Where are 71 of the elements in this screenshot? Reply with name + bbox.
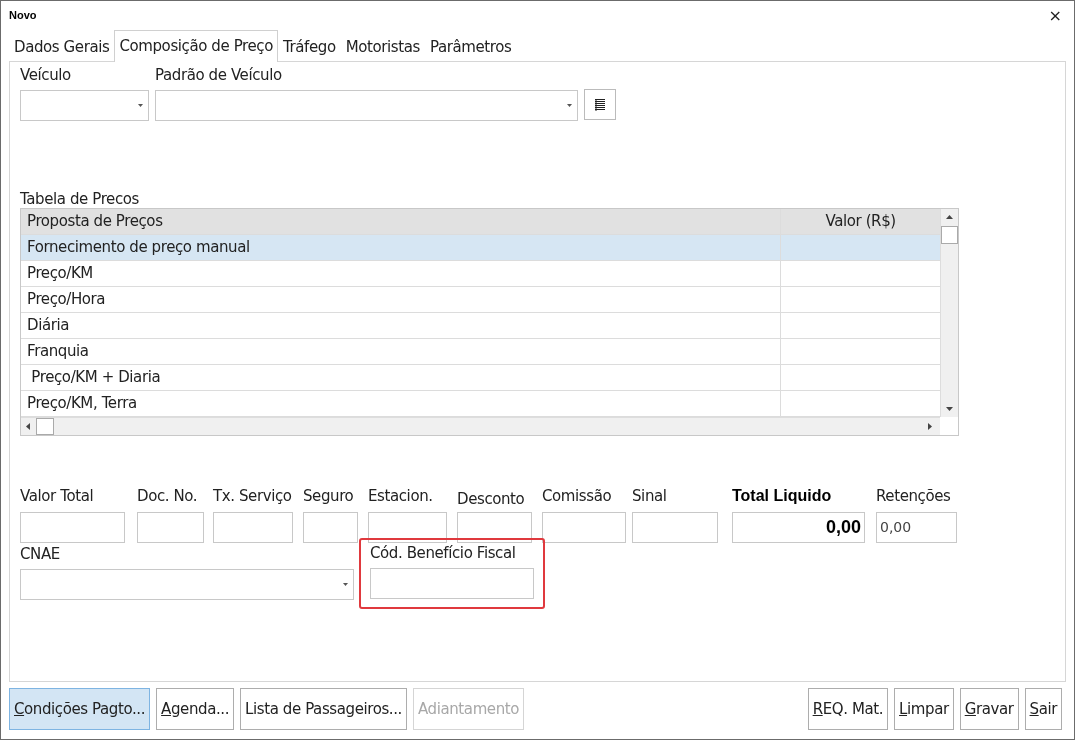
field-label: Sinal <box>632 487 668 507</box>
action-button[interactable]: Agenda... <box>156 688 235 730</box>
list-icon <box>595 98 605 111</box>
dropdown-arrow-icon <box>343 583 348 586</box>
vehicle-pattern-dropdown[interactable] <box>155 90 578 121</box>
column-header[interactable]: Proposta de Preços <box>21 209 782 234</box>
window-title: Novo <box>9 9 37 21</box>
scroll-right-icon <box>928 423 932 430</box>
scroll-left-icon <box>26 423 30 430</box>
table-row[interactable]: Preço/KM <box>21 261 940 287</box>
action-button[interactable]: Condições Pagto... <box>9 688 151 730</box>
action-button[interactable]: Lista de Passageiros... <box>240 688 407 730</box>
field-label: Estacion. <box>368 487 434 507</box>
field-label: Cód. Benefício Fiscal <box>370 544 517 564</box>
action-button[interactable]: Limpar <box>894 688 954 730</box>
field-label: Retenções <box>876 487 952 507</box>
input-field[interactable] <box>213 512 293 543</box>
field-label: Tx. Serviço <box>213 487 293 507</box>
input-field[interactable] <box>632 512 718 543</box>
table-row[interactable]: Diária <box>21 313 940 339</box>
field-label: Doc. No. <box>137 487 199 507</box>
scroll-thumb[interactable] <box>941 226 958 244</box>
dropdown-arrow-icon <box>567 104 572 107</box>
table-cell: Preço/KM, Terra <box>21 391 782 416</box>
action-button[interactable]: REQ. Mat. <box>807 688 889 730</box>
table-cell: Fornecimento de preço manual <box>21 235 782 260</box>
table-title: Tabela de Precos <box>20 191 140 208</box>
tab[interactable]: Dados Gerais <box>9 33 115 61</box>
field-label: Comissão <box>542 487 613 507</box>
table-cell: Preço/KM + Diaria <box>21 365 782 390</box>
table-row[interactable]: Fornecimento de preço manual <box>21 235 940 261</box>
cnae-dropdown[interactable] <box>20 569 354 600</box>
list-button[interactable] <box>584 89 616 120</box>
tab[interactable]: Composição de Preço <box>114 30 278 62</box>
input-field[interactable] <box>137 512 204 543</box>
tab[interactable]: Motoristas <box>340 33 425 61</box>
field-label: Desconto <box>457 489 526 507</box>
total-field: 0,00 <box>732 512 865 543</box>
input-field[interactable] <box>542 512 626 543</box>
field-label: CNAE <box>20 545 61 565</box>
field-label: Seguro <box>303 487 355 507</box>
input-field[interactable] <box>457 512 532 543</box>
tab[interactable]: Tráfego <box>277 33 341 61</box>
input-field[interactable] <box>368 512 447 543</box>
input-field[interactable]: 0,00 <box>876 512 957 543</box>
column-header[interactable]: Valor (R$) <box>781 209 940 234</box>
scroll-up-icon <box>946 215 953 219</box>
table-cell: Preço/Hora <box>21 287 782 312</box>
field-label: Total Liquido <box>732 487 833 506</box>
field-label: Valor Total <box>20 487 95 507</box>
field-label: Veículo <box>20 66 72 86</box>
close-button[interactable]: × <box>1048 5 1062 25</box>
horizontal-scrollbar[interactable] <box>21 417 940 435</box>
action-button[interactable]: Gravar <box>959 688 1019 730</box>
table-row[interactable]: Franquia <box>21 339 940 365</box>
input-field[interactable] <box>303 512 358 543</box>
input-field[interactable] <box>370 568 534 599</box>
dropdown-arrow-icon <box>138 104 143 107</box>
scroll-thumb[interactable] <box>36 418 54 435</box>
input-field[interactable] <box>20 512 125 543</box>
scroll-down-icon <box>946 407 953 411</box>
vertical-scrollbar[interactable] <box>940 209 958 417</box>
table-row[interactable]: Preço/KM + Diaria <box>21 365 940 391</box>
table-row[interactable]: Preço/Hora <box>21 287 940 313</box>
table-cell: Preço/KM <box>21 261 782 286</box>
vehicle-dropdown[interactable] <box>20 90 149 121</box>
field-label: Padrão de Veículo <box>155 66 283 86</box>
table-cell: Diária <box>21 313 782 338</box>
tab[interactable]: Parâmetros <box>424 33 517 61</box>
table-cell: Franquia <box>21 339 782 364</box>
action-button[interactable]: Sair <box>1024 688 1062 730</box>
